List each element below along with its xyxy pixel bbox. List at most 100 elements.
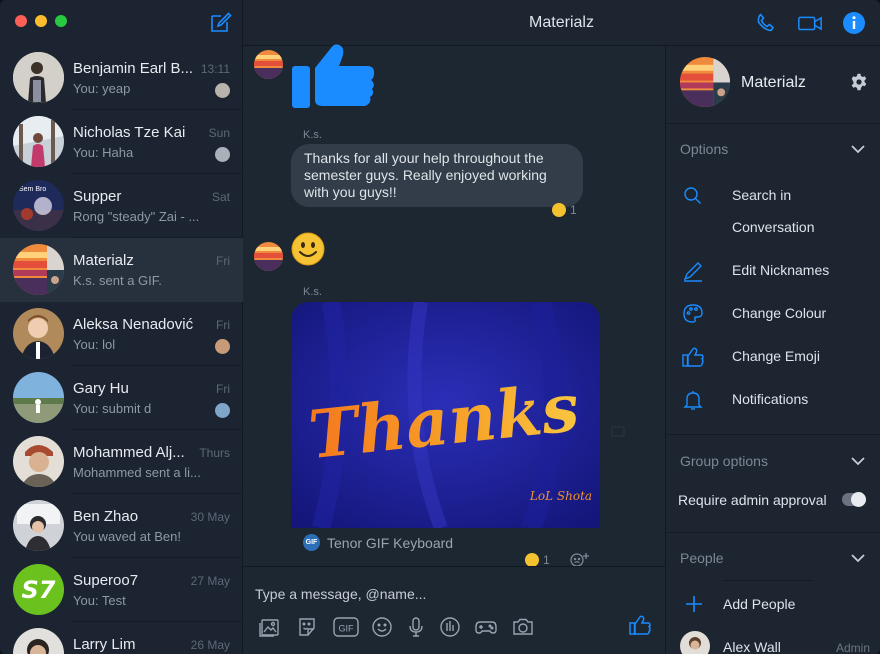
send-like-icon[interactable] bbox=[628, 613, 652, 637]
message-reaction[interactable]: 1 bbox=[525, 553, 550, 567]
conversation-name: Benjamin Earl B... bbox=[73, 60, 194, 77]
reaction-count: 1 bbox=[570, 203, 577, 217]
conversation-item[interactable]: Sem Bro Supper Rong "steady" Zai - ... S… bbox=[0, 174, 243, 238]
conversation-item[interactable]: Larry Lim 26 May bbox=[0, 622, 243, 654]
conversation-name: Larry Lim bbox=[73, 636, 136, 653]
conversation-time: Sun bbox=[208, 126, 230, 140]
gif-signature: LoL Shota bbox=[529, 489, 592, 503]
avatar bbox=[13, 116, 64, 167]
video-camera-icon[interactable] bbox=[797, 11, 823, 35]
close-window-button[interactable] bbox=[15, 15, 27, 27]
zoom-window-button[interactable] bbox=[55, 15, 67, 27]
search-icon bbox=[684, 187, 701, 204]
conversation-item[interactable]: Aleksa Nenadović You: lol Fri bbox=[0, 302, 243, 366]
gif-caption[interactable]: GIF Tenor GIF Keyboard bbox=[303, 534, 453, 551]
conversation-preview: Rong "steady" Zai - ... bbox=[73, 209, 200, 224]
chevron-down-icon[interactable] bbox=[850, 453, 866, 469]
group-name: Materialz bbox=[741, 74, 806, 91]
add-reaction-icon[interactable] bbox=[569, 551, 591, 567]
microphone-icon[interactable] bbox=[404, 615, 428, 639]
conversation-preview: You: submit d bbox=[73, 401, 152, 416]
conversation-name: Supper bbox=[73, 188, 122, 205]
gif-icon[interactable]: GIF bbox=[332, 615, 360, 639]
group-options-section-title: Group options bbox=[680, 453, 768, 469]
chevron-down-icon[interactable] bbox=[850, 141, 866, 157]
sender-avatar bbox=[254, 50, 283, 79]
gif-attachment[interactable]: Thanks LoL Shota bbox=[291, 302, 600, 528]
seen-avatar bbox=[215, 147, 230, 162]
palette-icon bbox=[683, 304, 703, 323]
camera-icon[interactable] bbox=[511, 615, 535, 639]
conversation-item[interactable]: Materialz K.s. sent a GIF. Fri bbox=[0, 238, 243, 302]
avatar bbox=[13, 372, 64, 423]
avatar bbox=[13, 244, 64, 295]
add-people-label: Add People bbox=[723, 596, 796, 612]
game-controller-icon[interactable] bbox=[474, 615, 498, 639]
option-search-in-conversation[interactable]: Search in Conversation bbox=[680, 184, 870, 243]
conversation-item[interactable]: Benjamin Earl B... You: yeap 13:11 bbox=[0, 46, 243, 110]
poll-icon[interactable] bbox=[438, 615, 462, 639]
smiley-emoji-icon bbox=[291, 232, 325, 266]
chevron-down-icon[interactable] bbox=[850, 550, 866, 566]
conversation-item[interactable]: Mohammed Alj... Mohammed sent a li... Th… bbox=[0, 430, 243, 494]
message-bubble[interactable]: Thanks for all your help throughout the … bbox=[291, 144, 583, 207]
option-change-emoji[interactable]: Change Emoji bbox=[680, 345, 870, 372]
gear-icon[interactable] bbox=[850, 73, 868, 91]
conversation-preview: You: lol bbox=[73, 337, 116, 352]
message-options-icon[interactable] bbox=[611, 424, 625, 438]
thumbs-up-sticker-icon bbox=[292, 44, 375, 108]
gif-badge-icon: GIF bbox=[303, 534, 320, 551]
conversation-item[interactable]: Nicholas Tze Kai You: Haha Sun bbox=[0, 110, 243, 174]
sidebar-header bbox=[0, 0, 242, 46]
add-people-button[interactable]: Add People bbox=[684, 592, 874, 616]
people-section-title: People bbox=[680, 550, 724, 566]
plus-icon bbox=[686, 596, 702, 612]
sticker-icon[interactable] bbox=[295, 615, 319, 639]
group-avatar[interactable] bbox=[680, 57, 730, 107]
conversation-time: 26 May bbox=[190, 638, 230, 652]
seen-avatar bbox=[215, 83, 230, 98]
person-item[interactable]: Alex Wall Admin bbox=[680, 631, 870, 654]
option-label: Notifications bbox=[732, 391, 809, 407]
avatar-text: Sem Bro bbox=[19, 186, 46, 193]
chat-header: Materialz bbox=[243, 0, 880, 46]
message-sender: K.s. bbox=[303, 286, 322, 298]
compose-icon[interactable] bbox=[208, 10, 232, 34]
panel-header: Materialz bbox=[666, 46, 880, 124]
conversation-name: Superoo7 bbox=[73, 572, 139, 589]
conversation-preview: K.s. sent a GIF. bbox=[73, 273, 162, 288]
conversation-time: Sat bbox=[211, 190, 230, 204]
emoji-icon[interactable] bbox=[370, 615, 394, 639]
avatar bbox=[13, 308, 64, 359]
conversation-preview: You: yeap bbox=[73, 81, 131, 96]
minimize-window-button[interactable] bbox=[35, 15, 47, 27]
avatar: Sem Bro bbox=[13, 180, 64, 231]
phone-icon[interactable] bbox=[753, 11, 779, 35]
message-composer: GIF bbox=[243, 566, 665, 654]
conversation-preview: You: Haha bbox=[73, 145, 134, 160]
option-change-colour[interactable]: Change Colour bbox=[680, 302, 870, 329]
conversation-time: Fri bbox=[216, 382, 230, 396]
window-controls bbox=[15, 15, 67, 27]
message-input[interactable] bbox=[255, 583, 645, 605]
option-label: Change Colour bbox=[732, 305, 827, 321]
info-icon[interactable] bbox=[841, 11, 867, 35]
chat-title: Materialz bbox=[529, 14, 594, 31]
message-list[interactable]: K.s. Thanks for all your help throughout… bbox=[243, 44, 665, 567]
conversation-item[interactable]: Gary Hu You: submit d Fri bbox=[0, 366, 243, 430]
message-reaction[interactable]: 1 bbox=[552, 203, 577, 217]
seen-avatar bbox=[215, 403, 230, 418]
option-notifications[interactable]: Notifications bbox=[680, 388, 870, 415]
svg-text:GIF: GIF bbox=[339, 624, 355, 634]
conversation-name: Aleksa Nenadović bbox=[73, 316, 194, 333]
seen-avatar bbox=[215, 339, 230, 354]
require-admin-approval-toggle[interactable] bbox=[842, 492, 866, 507]
conversation-name: Mohammed Alj... bbox=[73, 444, 185, 461]
avatar: S7 bbox=[13, 564, 64, 615]
option-edit-nicknames[interactable]: Edit Nicknames bbox=[680, 259, 870, 286]
conversation-preview: You: Test bbox=[73, 593, 126, 608]
conversation-item[interactable]: S7 Superoo7 You: Test 27 May bbox=[0, 558, 243, 622]
photo-icon[interactable] bbox=[258, 615, 282, 639]
conversation-time: Fri bbox=[216, 254, 230, 268]
conversation-item[interactable]: Ben Zhao You waved at Ben! 30 May bbox=[0, 494, 243, 558]
